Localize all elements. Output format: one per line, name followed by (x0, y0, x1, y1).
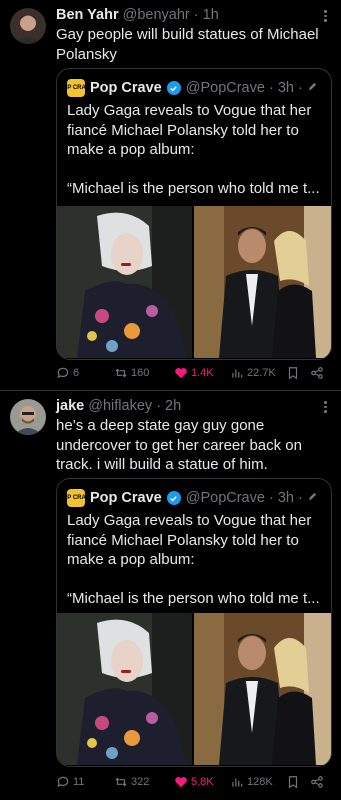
view-count: 22.7K (247, 367, 276, 379)
reply-icon (57, 776, 69, 788)
retweet-count: 322 (131, 776, 150, 788)
display-name[interactable]: Ben Yahr (56, 7, 119, 23)
handle-time[interactable]: @hiflakey · 2h (88, 398, 181, 414)
photo-lady-gaga[interactable] (57, 206, 192, 358)
reply-count: 11 (73, 776, 85, 788)
heart-icon (175, 368, 187, 379)
views-button[interactable]: 22.7K (230, 366, 276, 380)
share-icon (311, 776, 323, 788)
avatar[interactable] (10, 8, 46, 44)
retweet-icon (115, 368, 127, 378)
photo-lady-gaga[interactable] (57, 613, 192, 765)
avatar[interactable] (10, 399, 46, 435)
quoted-tweet[interactable]: POP CRAVE Pop Crave @PopCrave · 3h · Lad… (56, 68, 332, 360)
retweet-button[interactable]: 322 (114, 775, 149, 789)
bookmark-button[interactable] (286, 775, 300, 789)
view-count: 128K (247, 776, 273, 788)
like-count: 1.4K (191, 367, 214, 379)
like-button[interactable]: 1.4K (174, 366, 214, 380)
tweet[interactable]: Ben Yahr @benyahr · 1h Gay people will b… (0, 0, 341, 390)
quoted-media[interactable] (57, 206, 331, 358)
reply-button[interactable]: 6 (56, 366, 79, 380)
bookmark-button[interactable] (286, 366, 300, 380)
pencil-icon (307, 490, 318, 506)
reply-count: 6 (73, 367, 80, 379)
retweet-icon (115, 777, 127, 787)
bookmark-icon (288, 367, 298, 380)
reply-icon (57, 367, 69, 379)
share-button[interactable] (310, 366, 324, 380)
quoted-tweet[interactable]: POP CRAVE Pop Crave @PopCrave · 3h · Lad… (56, 478, 332, 767)
quoted-display-name: Pop Crave (90, 490, 162, 506)
share-button[interactable] (310, 775, 324, 789)
quoted-handle: @PopCrave · 3h · (185, 80, 303, 96)
verified-icon (166, 81, 181, 95)
retweet-count: 160 (131, 367, 150, 379)
quoted-media[interactable] (57, 613, 331, 765)
more-icon[interactable] (324, 10, 327, 24)
action-bar: 6 160 1.4K 22.7K (56, 366, 336, 386)
handle-time[interactable]: @benyahr · 1h (123, 7, 219, 23)
tweet-text: Gay people will build statues of Michael… (56, 26, 319, 63)
quoted-text: Lady Gaga reveals to Vogue that her fian… (67, 102, 320, 197)
views-icon (232, 369, 243, 378)
tweet-text: he’s a deep state gay guy gone undercove… (56, 417, 302, 473)
quoted-handle: @PopCrave · 3h · (185, 490, 303, 506)
retweet-button[interactable]: 160 (114, 366, 149, 380)
display-name[interactable]: jake (56, 398, 84, 414)
popcrave-logo: POP CRAVE (59, 79, 93, 97)
more-icon[interactable] (324, 401, 327, 415)
bookmark-icon (288, 776, 298, 789)
quoted-display-name: Pop Crave (90, 80, 162, 96)
quoted-text: Lady Gaga reveals to Vogue that her fian… (67, 512, 320, 607)
reply-button[interactable]: 11 (56, 775, 84, 789)
like-button[interactable]: 5.8K (174, 775, 214, 789)
pencil-icon (307, 80, 318, 96)
heart-icon (175, 777, 187, 788)
action-bar: 11 322 5.8K 128K (56, 775, 336, 795)
photo-couple[interactable] (194, 206, 331, 358)
share-icon (311, 367, 323, 379)
verified-icon (166, 491, 181, 505)
popcrave-logo: POP CRAVE (59, 489, 93, 507)
tweet[interactable]: jake @hiflakey · 2h he’s a deep state ga… (0, 391, 341, 800)
like-count: 5.8K (191, 776, 214, 788)
photo-couple[interactable] (194, 613, 331, 765)
views-icon (232, 778, 243, 787)
views-button[interactable]: 128K (230, 775, 273, 789)
